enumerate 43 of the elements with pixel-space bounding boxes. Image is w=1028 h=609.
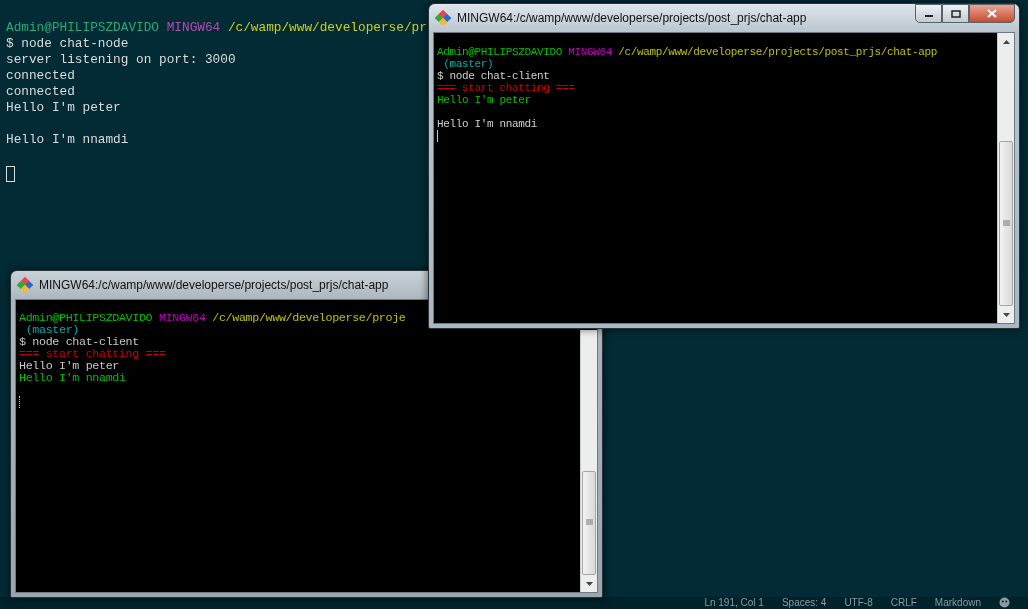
terminal-line: Hello I'm nnamdi — [6, 132, 129, 148]
cursor — [437, 130, 438, 142]
scrollbar[interactable] — [997, 33, 1014, 323]
terminal-line: Hello I'm nnamdi — [19, 372, 126, 384]
cursor — [19, 396, 20, 408]
terminal-line: connected — [6, 84, 75, 100]
close-button[interactable] — [969, 4, 1015, 23]
terminal-line: Hello I'm peter — [6, 100, 121, 116]
terminal-line: $ node chat-client — [437, 70, 550, 82]
app-icon — [17, 277, 33, 293]
grip-icon — [585, 519, 593, 527]
scroll-down-icon — [1002, 312, 1010, 317]
terminal-line: connected — [6, 68, 75, 84]
grip-icon — [1002, 220, 1010, 228]
terminal-line: (master) — [442, 58, 494, 70]
scrollbar[interactable] — [580, 330, 597, 592]
maximize-icon — [950, 9, 961, 18]
terminal-line: Admin@PHILIPSZDAVIDO MINGW64 /c/wamp/www/developerse/projects/post_prjs/chat-app — [437, 46, 938, 58]
status-item: UTF-8 — [844, 597, 873, 609]
terminal-line: === start chatting === — [19, 348, 166, 360]
terminal-line: Admin@PHILIPSZDAVIDO MINGW64 /c/wamp/www/developerse/pr — [6, 20, 427, 36]
terminal-line: $ node chat-node — [6, 36, 129, 52]
terminal-line: Admin@PHILIPSZDAVIDO MINGW64 /c/wamp/www/developerse/proje — [19, 312, 406, 324]
cursor — [6, 166, 15, 182]
minimize-button[interactable] — [915, 4, 942, 23]
app-icon — [435, 10, 451, 26]
close-icon — [987, 9, 997, 18]
terminal-line: $ node chat-client — [19, 336, 139, 348]
terminal-line: Hello I'm peter — [437, 94, 531, 106]
status-item: Ln 191, Col 1 — [704, 597, 764, 609]
terminal-line: === start chatting === — [437, 82, 575, 94]
maximize-button[interactable] — [942, 4, 969, 23]
terminal-line: (master) — [24, 324, 79, 336]
terminal-line: Hello I'm peter — [19, 360, 119, 372]
window-title: MINGW64:/c/wamp/www/developerse/projects/post_prjs/chat-app — [39, 277, 389, 294]
status-item: Spaces: 4 — [781, 597, 827, 609]
scroll-up-icon — [1002, 39, 1010, 44]
scroll-down-icon — [585, 581, 593, 586]
terminal-line: server listening on port: 3000 — [6, 52, 236, 68]
status-item: CRLF — [890, 597, 917, 609]
terminal-line: Hello I'm nnamdi — [437, 118, 538, 130]
window-title: MINGW64:/c/wamp/www/developerse/projects/post_prjs/chat-app — [457, 10, 807, 27]
status-item: Markdown — [934, 597, 981, 609]
